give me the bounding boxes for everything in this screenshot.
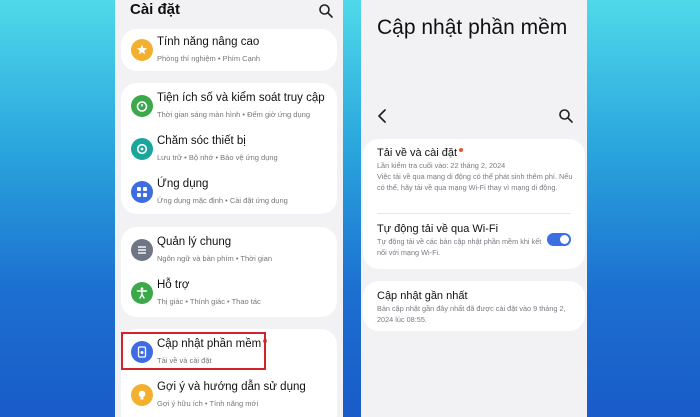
divider	[377, 213, 571, 214]
settings-screen: Cài đặt Tính năng nâng cao Phòng thí ngh…	[115, 0, 343, 417]
item-title: Tải về và cài đặt	[377, 147, 464, 159]
back-arrow-icon[interactable]	[376, 108, 388, 124]
lightbulb-icon	[131, 384, 153, 406]
last-checked-text: Lần kiểm tra cuối vào: 22 tháng 2, 2024	[377, 161, 506, 170]
refresh-icon	[131, 138, 153, 160]
search-icon[interactable]	[318, 3, 334, 19]
item-title: Hỗ trợ	[157, 279, 190, 291]
item-subtitle: Ứng dụng mặc định • Cài đặt ứng dụng	[157, 196, 288, 205]
settings-group-wellbeing: Tiện ích số và kiểm soát truy cập Thời g…	[121, 83, 337, 214]
settings-item-apps[interactable]: Ứng dụng Ứng dụng mặc định • Cài đặt ứng…	[121, 172, 337, 212]
auto-download-toggle[interactable]	[547, 233, 571, 246]
item-title: Tiện ích số và kiểm soát truy cập	[157, 92, 325, 104]
item-title: Tính năng nâng cao	[157, 36, 260, 48]
item-title: Cập nhật gần nhất	[377, 290, 468, 302]
settings-group-advanced: Tính năng nâng cao Phòng thí nghiệm • Ph…	[121, 29, 337, 71]
timer-icon	[131, 95, 153, 117]
settings-item-device-care[interactable]: Chăm sóc thiết bị Lưu trữ • Bộ nhớ • Bảo…	[121, 129, 337, 169]
accessibility-icon	[131, 282, 153, 304]
search-icon[interactable]	[558, 108, 574, 124]
settings-item-accessibility[interactable]: Hỗ trợ Thị giác • Thính giác • Thao tác	[121, 273, 337, 313]
download-install-item[interactable]: Tải về và cài đặt Lần kiểm tra cuối vào:…	[363, 139, 585, 211]
star-gear-icon	[131, 39, 153, 61]
page-title: Cập nhật phần mềm	[377, 16, 568, 39]
new-badge-dot	[459, 148, 464, 152]
sliders-icon	[131, 239, 153, 261]
toggle-knob	[560, 235, 569, 244]
page-title: Cài đặt	[130, 1, 181, 18]
item-subtitle: Thời gian sáng màn hình • Đếm giờ ứng dụ…	[157, 110, 310, 119]
highlight-box	[121, 332, 266, 370]
settings-item-general-management[interactable]: Quản lý chung Ngôn ngữ và bàn phím • Thờ…	[121, 230, 337, 270]
item-subtitle: Gợi ý hữu ích • Tính năng mới	[157, 399, 259, 408]
settings-header: Cài đặt	[115, 0, 343, 24]
item-subtitle: Ngôn ngữ và bàn phím • Thời gian	[157, 254, 272, 263]
item-description: Tự động tải về các bản cập nhật phần mềm…	[377, 237, 542, 257]
item-title: Gợi ý và hướng dẫn sử dụng	[157, 381, 306, 393]
settings-item-tips[interactable]: Gợi ý và hướng dẫn sử dụng Gợi ý hữu ích…	[121, 375, 337, 415]
settings-item-advanced-features[interactable]: Tính năng nâng cao Phòng thí nghiệm • Ph…	[121, 30, 337, 70]
software-update-screen: Cập nhật phần mềm Tải về và cài đặt Lần …	[361, 0, 587, 417]
update-options-card: Tải về và cài đặt Lần kiểm tra cuối vào:…	[363, 139, 585, 269]
last-update-card[interactable]: Cập nhật gần nhất Bản cập nhật gần đây n…	[363, 281, 585, 331]
apps-grid-icon	[131, 181, 153, 203]
item-title: Chăm sóc thiết bị	[157, 135, 246, 147]
item-description: Bản cập nhật gần đây nhất đã được cài đặ…	[377, 304, 566, 324]
settings-item-digital-wellbeing[interactable]: Tiện ích số và kiểm soát truy cập Thời g…	[121, 86, 337, 126]
settings-group-general: Quản lý chung Ngôn ngữ và bàn phím • Thờ…	[121, 227, 337, 317]
item-subtitle: Lưu trữ • Bộ nhớ • Bảo vệ ứng dụng	[157, 153, 278, 162]
item-title: Tự động tải về qua Wi-Fi	[377, 223, 499, 235]
item-subtitle: Phòng thí nghiệm • Phím Cạnh	[157, 54, 261, 63]
item-title: Ứng dụng	[157, 178, 209, 190]
mobile-data-note: Việc tải về qua mạng di động có thể phát…	[377, 172, 573, 192]
item-subtitle: Thị giác • Thính giác • Thao tác	[157, 297, 261, 306]
item-title: Quản lý chung	[157, 236, 232, 248]
